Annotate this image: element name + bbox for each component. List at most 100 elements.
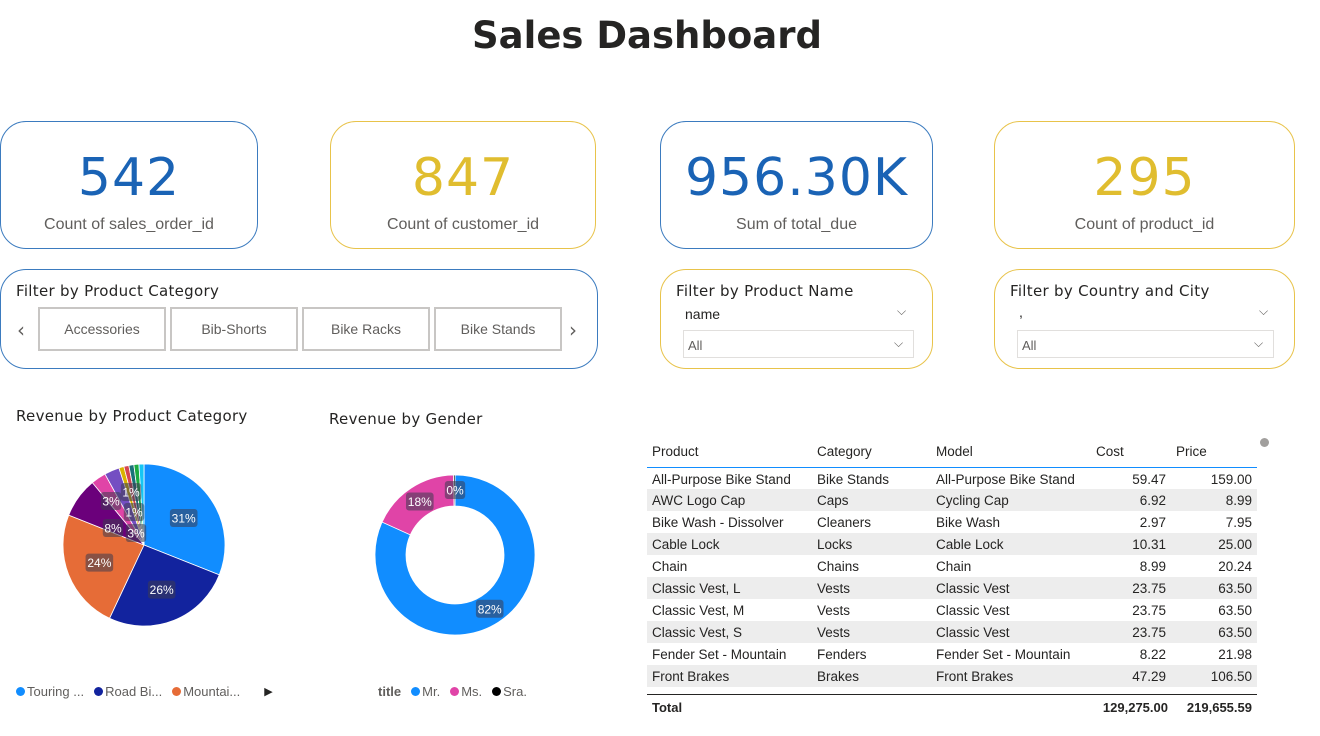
kpi-card-products[interactable]: 295 Count of product_id [994, 121, 1295, 249]
column-header-price[interactable]: Price [1171, 437, 1257, 468]
kpi-card-sales-orders[interactable]: 542 Count of sales_order_id [0, 121, 258, 249]
cell-price: 63.50 [1218, 602, 1252, 618]
cell-price: 20.24 [1218, 558, 1252, 574]
tile-accessories[interactable]: Accessories [38, 307, 166, 351]
cell-product: All-Purpose Bike Stand [652, 472, 791, 488]
product-dropdown[interactable]: All ⌵ [683, 330, 914, 358]
cell-product: Classic Vest, S [647, 621, 812, 643]
tile-bike-racks[interactable]: Bike Racks [302, 307, 430, 351]
cell-model: Front Brakes [931, 665, 1091, 687]
cell-category: Fenders [817, 646, 867, 662]
legend-item[interactable]: Sra. [492, 684, 527, 699]
column-header-cost[interactable]: Cost [1091, 437, 1171, 468]
chevron-right-icon[interactable]: › [569, 318, 577, 342]
cell-price: 8.99 [1171, 489, 1257, 511]
column-header-product[interactable]: Product [647, 437, 812, 468]
gender-donut-chart[interactable]: 82% 18% 0% [355, 455, 555, 655]
chevron-down-icon[interactable]: ⌵ [1259, 304, 1268, 319]
product-table: Product Category Model Cost Price All-Pu… [647, 437, 1257, 687]
legend-dot [492, 687, 502, 696]
kpi-value: 542 [77, 148, 181, 208]
column-header-category[interactable]: Category [812, 437, 931, 468]
scrollbar-thumb[interactable] [1260, 438, 1269, 447]
chevron-down-icon[interactable]: ⌵ [897, 304, 906, 319]
cell-price: 159.00 [1210, 472, 1252, 488]
slicer-title: Filter by Country and City [1010, 282, 1210, 300]
table-row[interactable]: Bike Wash - Dissolver Cleaners Bike Wash 2.… [647, 511, 1257, 533]
chevron-down-icon: ⌵ [894, 336, 904, 350]
kpi-card-customers[interactable]: 847 Count of customer_id [330, 121, 596, 249]
cell-price: 63.50 [1171, 621, 1257, 643]
cell-cost: 2.97 [1139, 514, 1166, 530]
legend-item[interactable]: Mountai... [172, 684, 240, 699]
legend-title: title [378, 684, 402, 699]
data-label: 26% [150, 583, 174, 597]
donut-chart-title: Revenue by Gender [329, 410, 483, 428]
cell-cost: 23.75 [1091, 577, 1171, 599]
table-body: All-Purpose Bike Stand Bike Stands All-Pur… [647, 467, 1257, 687]
cell-category: Vests [812, 621, 931, 643]
slicer-tiles: Accessories Bib-Shorts Bike Racks Bike S… [38, 307, 562, 351]
cell-product: Cable Lock [647, 533, 812, 555]
cell-product: Front Brakes [647, 665, 812, 687]
legend-item[interactable]: Touring ... [16, 684, 84, 699]
slicer-field-label: name [685, 306, 721, 322]
cell-product: Bike Wash - Dissolver [652, 514, 784, 530]
cell-category: Bike Stands [817, 472, 890, 488]
category-pie-chart[interactable]: 31%26%24%8%3%3%1%1% [36, 448, 276, 668]
cell-model: Classic Vest [931, 577, 1091, 599]
cell-product: AWC Logo Cap [647, 489, 812, 511]
slicer-title: Filter by Product Name [676, 282, 854, 300]
donut-legend: title Mr. Ms. Sra. [378, 684, 533, 699]
category-slicer: Filter by Product Category ‹ Accessories… [0, 269, 598, 369]
table-row[interactable]: Chain Chains Chain 8.99 20.24 [647, 555, 1257, 577]
cell-price: 106.50 [1171, 665, 1257, 687]
data-label: 24% [87, 556, 111, 570]
cell-cost: 8.22 [1139, 646, 1166, 662]
data-label: 3% [102, 495, 120, 509]
column-header-model[interactable]: Model [931, 437, 1091, 468]
legend-next-icon[interactable]: ▶ [264, 685, 272, 698]
table-row[interactable]: AWC Logo Cap Caps Cycling Cap 6.92 8.99 [647, 489, 1257, 511]
total-label: Total [652, 700, 683, 715]
kpi-label: Count of sales_order_id [44, 216, 214, 233]
page-title: Sales Dashboard [472, 14, 822, 57]
table-row[interactable]: All-Purpose Bike Stand Bike Stands All-Pur… [647, 467, 1257, 489]
cell-cost: 23.75 [1132, 602, 1166, 618]
table-row[interactable]: Cable Lock Locks Cable Lock 10.31 25.00 [647, 533, 1257, 555]
table-row[interactable]: Classic Vest, L Vests Classic Vest 23.75 63.… [647, 577, 1257, 599]
table-header-row: Product Category Model Cost Price [647, 437, 1257, 468]
cell-model: All-Purpose Bike Stand [936, 472, 1075, 488]
country-dropdown[interactable]: All ⌵ [1017, 330, 1274, 358]
kpi-label: Sum of total_due [736, 216, 857, 233]
kpi-label: Count of product_id [1074, 216, 1215, 233]
cell-category: Cleaners [817, 514, 872, 530]
legend-dot [411, 687, 421, 696]
kpi-card-total-due[interactable]: 956.30K Sum of total_due [660, 121, 933, 249]
cell-category: Locks [812, 533, 931, 555]
legend-dot [94, 687, 104, 696]
data-label: 3% [127, 527, 145, 541]
data-label: 18% [408, 495, 432, 509]
tile-bib-shorts[interactable]: Bib-Shorts [170, 307, 298, 351]
table-row[interactable]: Classic Vest, S Vests Classic Vest 23.75 63.… [647, 621, 1257, 643]
total-cost: 129,275.00 [1102, 700, 1168, 715]
legend-label: Touring ... [27, 684, 85, 699]
table-total-row: Total 129,275.00 219,655.59 [647, 694, 1257, 720]
legend-label: Mr. [422, 684, 441, 699]
legend-item[interactable]: Road Bi... [94, 684, 162, 699]
chevron-left-icon[interactable]: ‹ [17, 318, 25, 342]
product-name-slicer: Filter by Product Name name ⌵ All ⌵ [660, 269, 933, 369]
table-row[interactable]: Fender Set - Mountain Fenders Fender Set -… [647, 643, 1257, 665]
legend-label: Ms. [461, 684, 483, 699]
dropdown-value: All [1022, 338, 1037, 353]
legend-item[interactable]: Mr. [411, 684, 440, 699]
table-row[interactable]: Classic Vest, M Vests Classic Vest 23.75 63.… [647, 599, 1257, 621]
table-row[interactable]: Front Brakes Brakes Front Brakes 47.29 106.5… [647, 665, 1257, 687]
cell-cost: 23.75 [1091, 621, 1171, 643]
legend-item[interactable]: Ms. [450, 684, 482, 699]
cell-price: 7.95 [1225, 514, 1252, 530]
cell-model: Cycling Cap [931, 489, 1091, 511]
cell-cost: 47.29 [1091, 665, 1171, 687]
tile-bike-stands[interactable]: Bike Stands [434, 307, 562, 351]
